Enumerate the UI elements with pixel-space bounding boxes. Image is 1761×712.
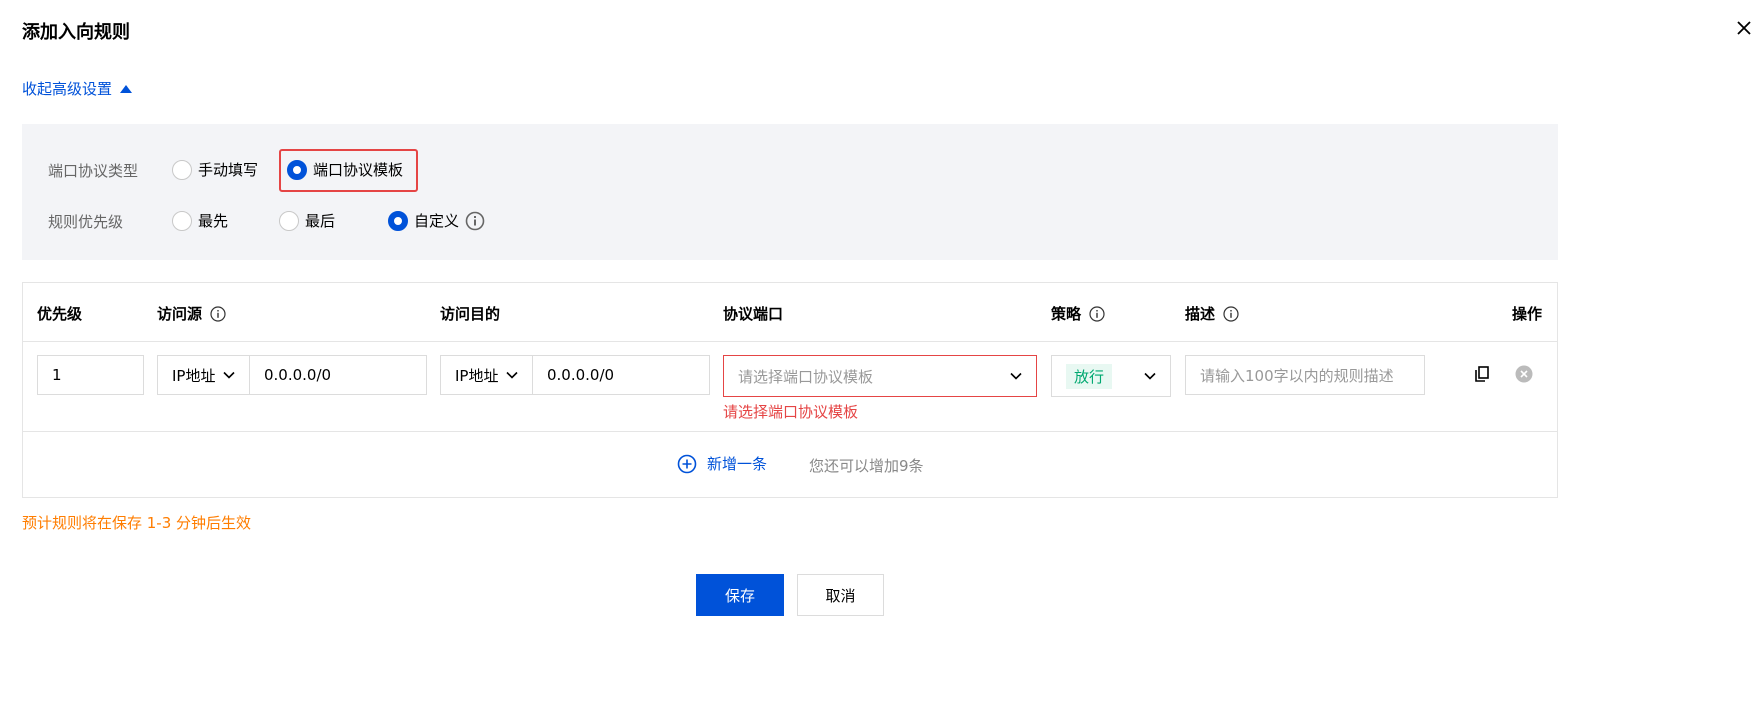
info-icon[interactable] xyxy=(1223,305,1239,322)
highlight-box xyxy=(279,149,418,192)
port-type-label: 端口协议类型 xyxy=(48,162,139,180)
radio-circle xyxy=(172,159,192,180)
info-icon[interactable] xyxy=(465,211,485,231)
radio-custom[interactable]: 自定义 xyxy=(388,210,485,231)
priority-input[interactable]: 1 xyxy=(37,355,144,395)
rules-table: 优先级 访问源 访问目的 协议端口 策略 描述 操作 1 IP地址 0.0.0.… xyxy=(22,282,1558,498)
copy-icon[interactable] xyxy=(1473,365,1491,383)
radio-circle xyxy=(279,210,299,231)
chevron-down-icon xyxy=(1010,372,1022,380)
radio-first[interactable]: 最先 xyxy=(172,210,228,231)
protocol-template-select[interactable]: 请选择端口协议模板 xyxy=(723,355,1037,397)
protocol-error-message: 请选择端口协议模板 xyxy=(723,403,859,421)
collapse-advanced-label: 收起高级设置 xyxy=(22,80,113,98)
chevron-down-icon xyxy=(1144,372,1156,380)
radio-manual[interactable]: 手动填写 xyxy=(172,159,258,180)
effect-notice: 预计规则将在保存 1-3 分钟后生效 xyxy=(22,514,252,532)
header-policy-label: 策略 xyxy=(1051,305,1082,323)
info-icon[interactable] xyxy=(1089,305,1105,322)
header-description: 描述 xyxy=(1185,303,1239,324)
info-icon[interactable] xyxy=(210,305,226,322)
collapse-advanced-link[interactable]: 收起高级设置 xyxy=(22,78,133,99)
radio-last-label: 最后 xyxy=(305,212,336,230)
header-policy: 策略 xyxy=(1051,303,1105,324)
header-priority: 优先级 xyxy=(37,305,83,323)
chevron-down-icon xyxy=(506,371,519,379)
dialog-title: 添加入向规则 xyxy=(22,22,130,43)
row-divider xyxy=(23,341,1557,342)
dest-type-label: IP地址 xyxy=(455,366,499,385)
chevron-down-icon xyxy=(223,371,236,379)
protocol-placeholder: 请选择端口协议模板 xyxy=(738,367,874,386)
source-type-label: IP地址 xyxy=(172,366,216,385)
radio-last[interactable]: 最后 xyxy=(279,210,335,231)
radio-manual-label: 手动填写 xyxy=(198,161,259,179)
header-source-label: 访问源 xyxy=(157,305,203,323)
description-input[interactable]: 请输入100字以内的规则描述 xyxy=(1185,355,1425,395)
header-source: 访问源 xyxy=(157,303,226,324)
radio-circle-selected xyxy=(388,210,408,231)
destination-field: IP地址 0.0.0.0/0 xyxy=(440,355,710,395)
row-divider xyxy=(23,431,1557,432)
header-operation: 操作 xyxy=(1512,305,1543,323)
add-rule-label: 新增一条 xyxy=(707,455,768,473)
advanced-settings-panel: 端口协议类型 手动填写 端口协议模板 规则优先级 最先 最后 自定义 xyxy=(22,124,1558,260)
radio-custom-label: 自定义 xyxy=(414,212,460,230)
add-rule-button[interactable]: 新增一条 xyxy=(677,453,767,474)
policy-badge: 放行 xyxy=(1066,363,1113,389)
header-protocol-port: 协议端口 xyxy=(723,305,784,323)
radio-first-label: 最先 xyxy=(198,212,229,230)
priority-label: 规则优先级 xyxy=(48,213,124,231)
save-button[interactable]: 保存 xyxy=(696,574,784,616)
header-destination: 访问目的 xyxy=(440,305,501,323)
policy-select[interactable]: 放行 xyxy=(1051,355,1171,397)
caret-up-icon xyxy=(120,84,133,93)
radio-circle xyxy=(172,210,192,231)
source-input[interactable]: 0.0.0.0/0 xyxy=(250,366,331,384)
cancel-button[interactable]: 取消 xyxy=(797,574,884,616)
source-type-select[interactable]: IP地址 xyxy=(158,356,250,394)
close-icon[interactable] xyxy=(1734,18,1754,38)
header-description-label: 描述 xyxy=(1185,305,1216,323)
source-field: IP地址 0.0.0.0/0 xyxy=(157,355,427,395)
delete-icon[interactable] xyxy=(1515,365,1533,383)
dest-input[interactable]: 0.0.0.0/0 xyxy=(533,366,614,384)
plus-circle-icon xyxy=(677,454,697,473)
remaining-count-text: 您还可以增加9条 xyxy=(809,457,924,475)
dest-type-select[interactable]: IP地址 xyxy=(441,356,533,394)
